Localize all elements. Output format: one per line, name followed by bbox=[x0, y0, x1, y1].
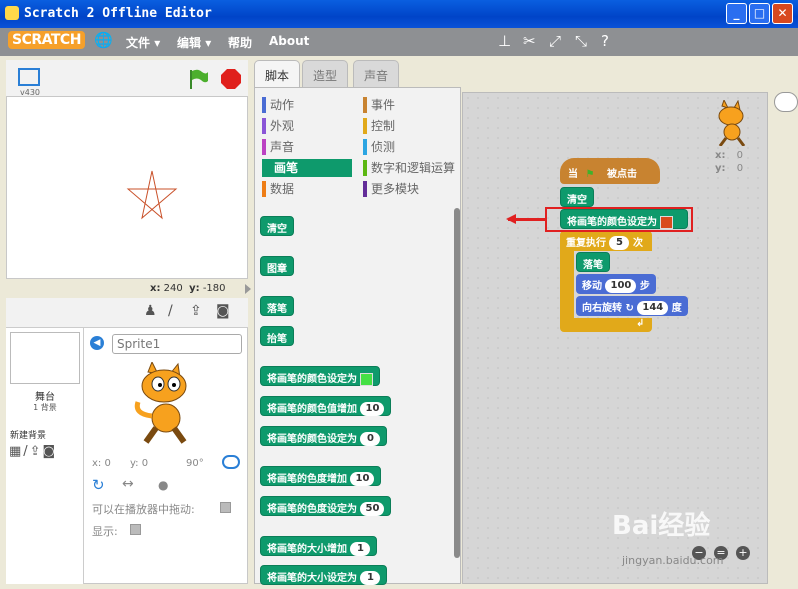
dont-rotate-icon[interactable]: ● bbox=[158, 478, 168, 492]
zoom-in-icon[interactable]: + bbox=[736, 546, 750, 560]
watermark-logo: Bai经验 bbox=[612, 511, 711, 541]
back-arrow-icon[interactable]: ◀ bbox=[90, 336, 104, 350]
fullscreen-icon[interactable] bbox=[18, 68, 40, 86]
category-operators[interactable]: 数字和逻辑运算 bbox=[363, 159, 458, 177]
right-edge bbox=[770, 92, 798, 584]
tab-costumes[interactable]: 造型 bbox=[302, 60, 349, 88]
show-checkbox[interactable] bbox=[130, 524, 141, 535]
minimize-button[interactable]: _ bbox=[726, 3, 747, 24]
stage-canvas[interactable] bbox=[6, 96, 248, 279]
category-events[interactable]: 事件 bbox=[363, 96, 458, 114]
sprite-position: x: 0 y: 0 bbox=[92, 458, 149, 469]
scratch-logo[interactable]: SCRATCH bbox=[8, 31, 85, 49]
color-swatch[interactable] bbox=[360, 372, 373, 386]
annotation-arrowhead bbox=[506, 214, 516, 224]
palette-block-set-shade[interactable]: 将画笔的色度设定为 50 bbox=[260, 496, 392, 516]
category-data[interactable]: 数据 bbox=[262, 180, 352, 198]
menu-bar: SCRATCH 🌐 文件 ▾ 编辑 ▾ 帮助 About ⊥ ✂ ⤢ ⤡ ? bbox=[0, 28, 798, 56]
stage-thumbnail-pane: 舞台 1 背景 新建背景 ▦/⇪◙ bbox=[6, 328, 84, 584]
green-flag-icon: ⚑ bbox=[585, 169, 595, 180]
rotate-right-icon: ↻ bbox=[625, 303, 634, 314]
direction-dial[interactable] bbox=[222, 455, 240, 469]
menu-file[interactable]: 文件 ▾ bbox=[126, 34, 160, 51]
window-title: Scratch 2 Offline Editor bbox=[24, 6, 212, 21]
script-block-move[interactable]: 移动 100 步 bbox=[576, 274, 656, 294]
script-sprite-y: y: 0 bbox=[715, 163, 744, 174]
stop-sign-icon[interactable] bbox=[220, 68, 242, 90]
new-backdrop-label: 新建背景 bbox=[10, 431, 47, 441]
repeat-block-foot: ↲ bbox=[560, 318, 652, 332]
sprite-library-icon[interactable]: ♟ bbox=[144, 303, 157, 319]
script-block-pen-down[interactable]: 落笔 bbox=[576, 252, 610, 272]
tab-sounds[interactable]: 声音 bbox=[353, 60, 400, 88]
menu-help[interactable]: 帮助 bbox=[228, 34, 252, 51]
palette-block-change-color[interactable]: 将画笔的颜色值增加 10 bbox=[260, 396, 392, 416]
maximize-button[interactable]: □ bbox=[749, 3, 770, 24]
category-looks[interactable]: 外观 bbox=[262, 117, 352, 135]
title-bar: Scratch 2 Offline Editor _ □ ✕ bbox=[0, 0, 798, 28]
script-block-turn-right[interactable]: 向右旋转 ↻ 144 度 bbox=[576, 296, 688, 316]
palette-block-pen-down[interactable]: 落笔 bbox=[260, 296, 294, 316]
palette-block-stamp[interactable]: 图章 bbox=[260, 256, 294, 276]
category-control[interactable]: 控制 bbox=[363, 117, 458, 135]
category-pen[interactable]: 画笔 bbox=[262, 159, 352, 177]
app-icon bbox=[5, 6, 19, 20]
block-help-icon[interactable]: ? bbox=[601, 32, 609, 50]
shrink-icon[interactable]: ⤡ bbox=[575, 32, 587, 50]
script-sprite-x: x: 0 bbox=[715, 150, 744, 161]
camera-icon[interactable]: ◙ bbox=[216, 303, 230, 319]
sprite-name-field[interactable]: Sprite1 bbox=[112, 334, 242, 354]
collapse-stage-icon[interactable] bbox=[245, 284, 251, 294]
repeat-block-arm bbox=[560, 250, 574, 320]
palette-block-set-pen-color[interactable]: 将画笔的颜色设定为 bbox=[260, 366, 380, 386]
script-block-clear[interactable]: 清空 bbox=[560, 187, 594, 207]
stage-thumbnail[interactable] bbox=[10, 332, 80, 384]
stage-coordinates: x: 240 y: -180 bbox=[150, 283, 226, 294]
duplicate-stamp-icon[interactable]: ⊥ bbox=[498, 32, 511, 50]
delete-cut-icon[interactable]: ✂ bbox=[523, 32, 536, 50]
tab-scripts[interactable]: 脚本 bbox=[254, 60, 301, 88]
category-more-blocks[interactable]: 更多模块 bbox=[363, 180, 458, 198]
draggable-label: 可以在播放器中拖动: bbox=[92, 503, 195, 516]
grow-icon[interactable]: ⤢ bbox=[549, 32, 561, 50]
paint-brush-icon[interactable]: / bbox=[168, 303, 173, 319]
sprite-corner-cat-icon bbox=[718, 100, 746, 146]
backdrop-tools-icons[interactable]: ▦/⇪◙ bbox=[9, 444, 57, 459]
new-sprite-toolbar: ♟ / ⇪ ◙ bbox=[6, 298, 248, 328]
menu-edit[interactable]: 编辑 ▾ bbox=[177, 34, 211, 51]
menu-about[interactable]: About bbox=[269, 34, 309, 48]
stage-header: v430 bbox=[6, 60, 248, 97]
language-globe-icon[interactable]: 🌐 bbox=[94, 31, 113, 49]
rotate-all-around-icon[interactable]: ↻ bbox=[92, 476, 105, 494]
palette-block-set-size[interactable]: 将画笔的大小设定为 1 bbox=[260, 565, 388, 585]
star-drawing bbox=[126, 170, 178, 220]
category-sensing[interactable]: 侦测 bbox=[363, 138, 458, 156]
watermark-url: jingyan.baidu.com bbox=[622, 554, 724, 567]
palette-block-pen-up[interactable]: 抬笔 bbox=[260, 326, 294, 346]
green-flag-icon[interactable] bbox=[188, 68, 210, 90]
category-motion[interactable]: 动作 bbox=[262, 96, 352, 114]
backdrop-count: 1 背景 bbox=[33, 403, 57, 412]
repeat-block[interactable]: 重复执行 5 次 bbox=[560, 231, 652, 251]
close-button[interactable]: ✕ bbox=[772, 3, 793, 24]
when-flag-clicked-block[interactable]: 当 ⚑ 被点击 bbox=[560, 158, 660, 184]
palette-scrollbar[interactable] bbox=[454, 208, 460, 558]
left-right-icon[interactable]: ↔ bbox=[122, 476, 134, 492]
palette-block-change-shade[interactable]: 将画笔的色度增加 10 bbox=[260, 466, 382, 486]
show-label: 显示: bbox=[92, 525, 118, 538]
category-sound[interactable]: 声音 bbox=[262, 138, 352, 156]
palette-block-change-size[interactable]: 将画笔的大小增加 1 bbox=[260, 536, 378, 556]
highlight-box bbox=[545, 207, 693, 232]
palette-block-set-color-value[interactable]: 将画笔的颜色设定为 0 bbox=[260, 426, 388, 446]
script-scroll-handle[interactable] bbox=[774, 92, 798, 112]
sprite-direction: 90° bbox=[186, 458, 204, 469]
cat-sprite-icon bbox=[134, 362, 187, 444]
draggable-checkbox[interactable] bbox=[220, 502, 231, 513]
upload-icon[interactable]: ⇪ bbox=[190, 303, 202, 319]
stage-label: 舞台 bbox=[35, 392, 55, 403]
palette-block-clear[interactable]: 清空 bbox=[260, 216, 294, 236]
